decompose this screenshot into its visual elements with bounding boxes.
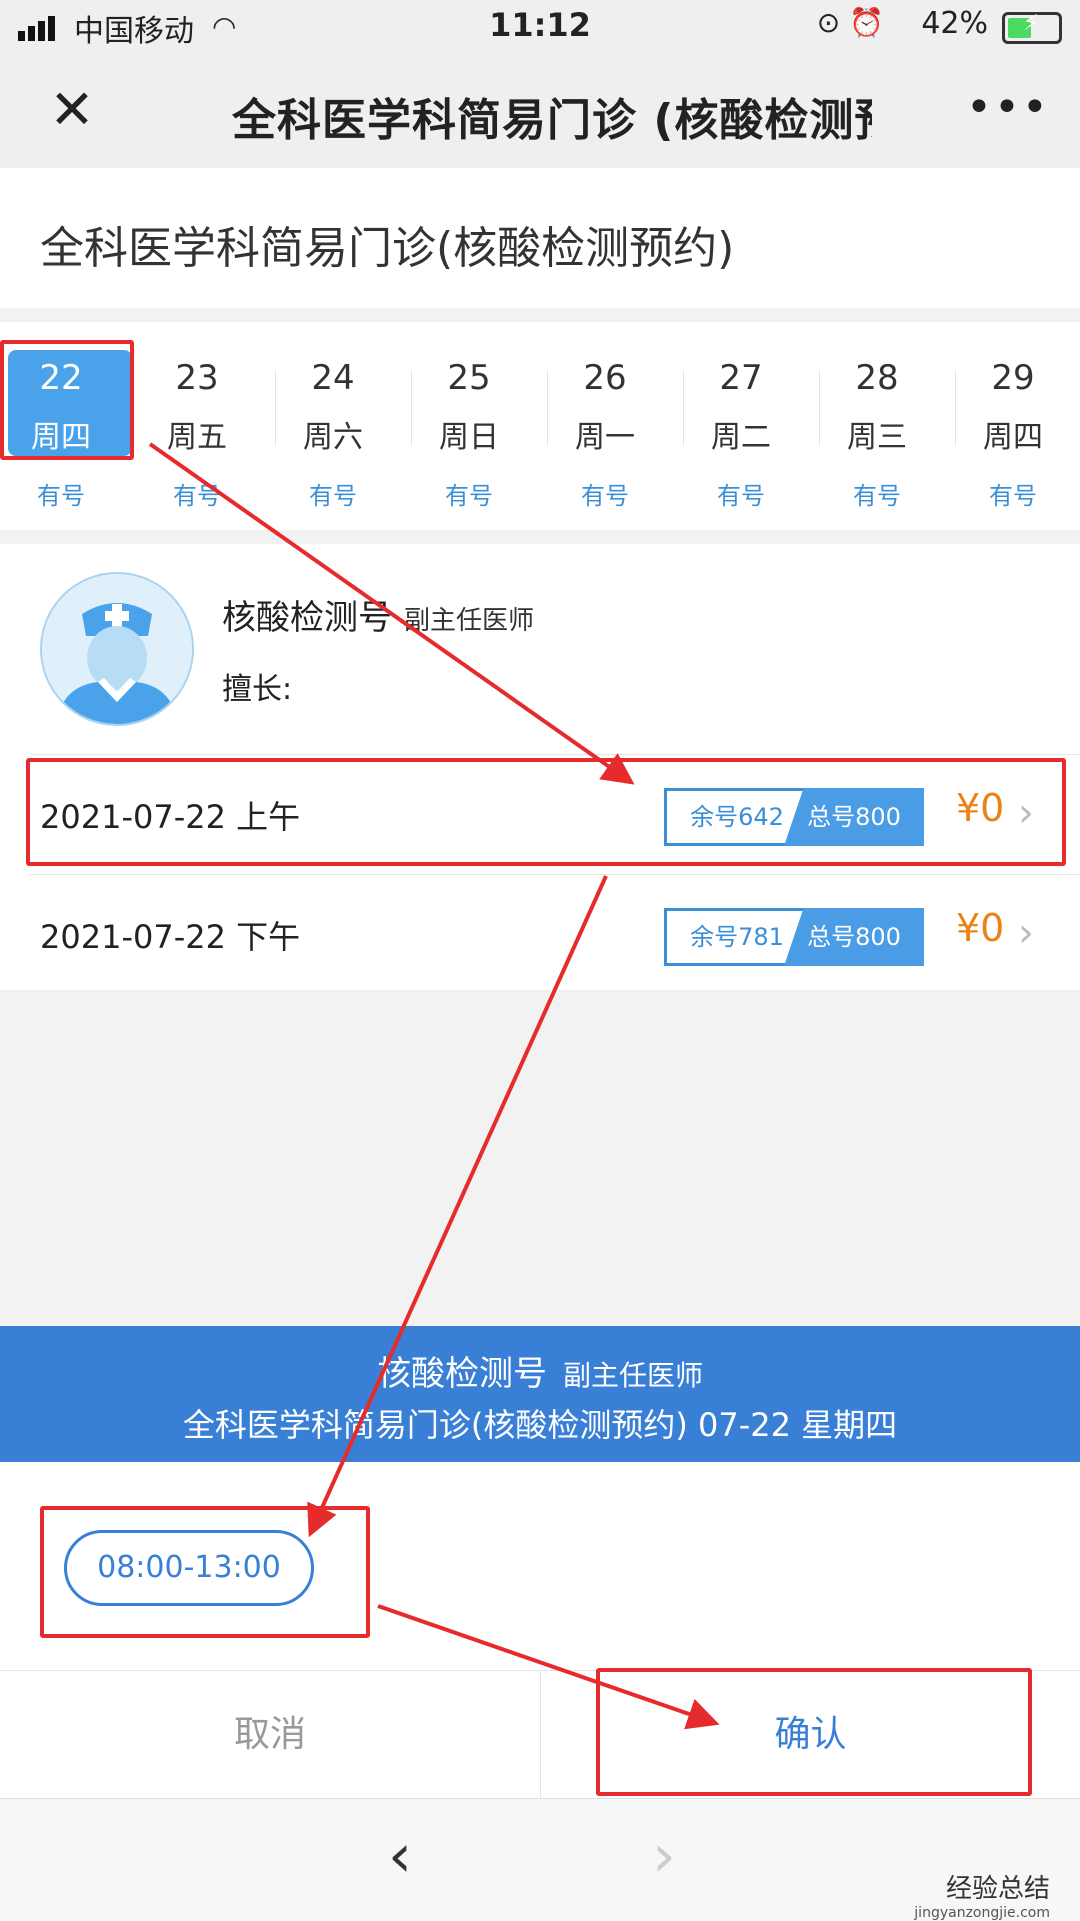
date-day: 22 [39, 358, 83, 398]
forward-icon[interactable]: › [652, 1821, 676, 1891]
battery-percent: 42% [921, 6, 988, 41]
date-availability: 有号 [717, 482, 765, 510]
date-day: 28 [855, 358, 899, 398]
date-day: 29 [991, 358, 1035, 398]
date-day: 25 [447, 358, 491, 398]
total-count: 总号800 [784, 788, 924, 846]
clinic-name: 全科医学科简易门诊(核酸检测预约) [40, 223, 735, 274]
summary-details: 全科医学科简易门诊(核酸检测预约) 07-22 星期四 [182, 1406, 898, 1444]
date-weekday: 周二 [711, 420, 771, 455]
more-icon[interactable]: ••• [966, 78, 1048, 142]
date-item[interactable]: 24 周六 有号 [278, 350, 412, 514]
battery-icon: ⚡ [1002, 11, 1062, 44]
doctor-card: 核酸检测号 副主任医师 擅长: 2021-07-22 上午 余号642 总号80… [0, 544, 1080, 990]
doctor-specialty: 擅长: [222, 672, 293, 707]
date-day: 27 [719, 358, 763, 398]
date-weekday: 周一 [575, 420, 635, 455]
date-weekday: 周四 [983, 420, 1043, 455]
date-availability: 有号 [853, 482, 901, 510]
summary-doctor-title: 副主任医师 [562, 1359, 703, 1392]
slot-row-morning[interactable]: 2021-07-22 上午 余号642 总号800 ¥0 › [0, 756, 1080, 874]
date-item[interactable]: 27 周二 有号 [686, 350, 820, 514]
slot-date: 2021-07-22 上午 [40, 798, 301, 836]
date-weekday: 周五 [167, 420, 227, 455]
doctor-title: 副主任医师 [404, 606, 535, 636]
date-item[interactable]: 25 周日 有号 [414, 350, 548, 514]
date-item[interactable]: 22 周四 有号 [6, 350, 132, 514]
booking-summary: 核酸检测号 副主任医师 全科医学科简易门诊(核酸检测预约) 07-22 星期四 [0, 1326, 1080, 1462]
status-bar: 中国移动 ◠ 11:12 ⊙ ⏰ 42% ⚡ [0, 0, 1080, 56]
quota-badge: 余号781 总号800 [664, 908, 924, 966]
clinic-header: 全科医学科简易门诊(核酸检测预约) [0, 168, 1080, 308]
slot-price: ¥0 [956, 786, 1005, 830]
divider [30, 754, 1080, 755]
date-day: 26 [583, 358, 627, 398]
time-picker: 08:00-13:00 [0, 1462, 1080, 1670]
date-availability: 有号 [173, 482, 221, 510]
quota-badge: 余号642 总号800 [664, 788, 924, 846]
page-title: 全科医学科简易门诊 (核酸检测预 [232, 95, 872, 146]
watermark: 经验总结 jingyanzongjie.com [914, 1868, 1050, 1921]
watermark-text: 经验总结 [945, 1874, 1050, 1904]
date-strip: 22 周四 有号 23 周五 有号 24 周六 有号 25 周日 有号 26 周… [0, 322, 1080, 530]
doctor-name: 核酸检测号 [222, 598, 392, 638]
doctor-avatar-icon [40, 572, 194, 726]
date-weekday: 周三 [847, 420, 907, 455]
date-item[interactable]: 28 周三 有号 [822, 350, 956, 514]
total-count: 总号800 [784, 908, 924, 966]
action-bar: 取消 确认 [0, 1670, 1080, 1799]
summary-doctor-name: 核酸检测号 [376, 1354, 547, 1394]
date-item[interactable]: 26 周一 有号 [550, 350, 684, 514]
confirm-button[interactable]: 确认 [541, 1671, 1080, 1799]
date-availability: 有号 [445, 482, 493, 510]
close-icon[interactable]: ✕ [40, 78, 104, 142]
date-availability: 有号 [989, 482, 1037, 510]
slot-date: 2021-07-22 下午 [40, 918, 301, 956]
cancel-button[interactable]: 取消 [0, 1671, 541, 1799]
date-item[interactable]: 23 周五 有号 [142, 350, 276, 514]
date-availability: 有号 [581, 482, 629, 510]
clock: 11:12 [489, 6, 591, 44]
date-weekday: 周日 [439, 420, 499, 455]
chevron-right-icon: › [1018, 790, 1034, 836]
nav-bar: ✕ 全科医学科简易门诊 (核酸检测预 ••• [0, 56, 1080, 169]
date-weekday: 周六 [303, 420, 363, 455]
slot-price: ¥0 [956, 906, 1005, 950]
date-availability: 有号 [37, 482, 85, 510]
time-slot-option[interactable]: 08:00-13:00 [64, 1530, 314, 1606]
watermark-url: jingyanzongjie.com [914, 1905, 1050, 1921]
date-availability: 有号 [309, 482, 357, 510]
slot-row-afternoon[interactable]: 2021-07-22 下午 余号781 总号800 ¥0 › [0, 876, 1080, 994]
date-item[interactable]: 29 周四 有号 [958, 350, 1068, 514]
divider [30, 874, 1080, 875]
date-weekday: 周四 [31, 420, 91, 455]
date-day: 24 [311, 358, 355, 398]
back-icon[interactable]: ‹ [388, 1821, 412, 1891]
date-day: 23 [175, 358, 219, 398]
alarm-icon: ⊙ ⏰ [816, 6, 884, 39]
chevron-right-icon: › [1018, 910, 1034, 956]
